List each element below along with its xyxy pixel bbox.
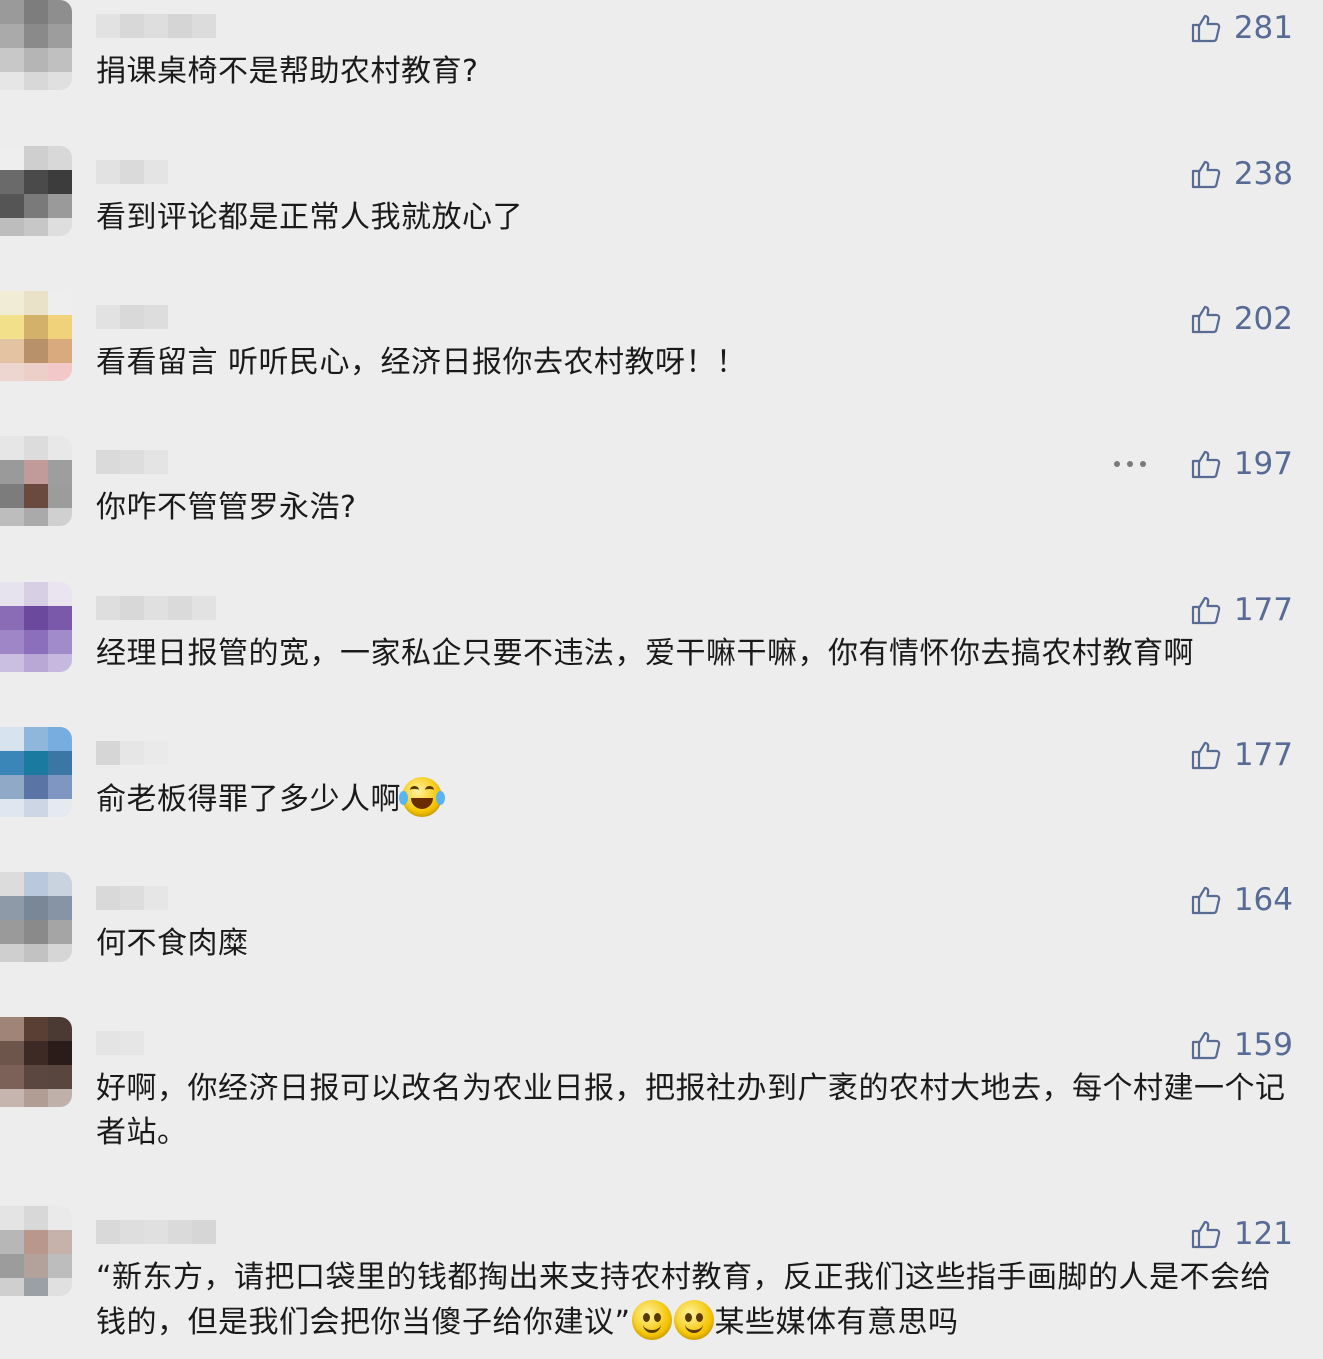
avatar[interactable] [0, 582, 72, 672]
username-blurred[interactable] [96, 160, 168, 184]
like-count: 164 [1233, 882, 1293, 918]
avatar[interactable] [0, 291, 72, 381]
like-count: 159 [1233, 1027, 1293, 1063]
avatar[interactable] [0, 872, 72, 962]
comment-text: 看看留言 听听民心，经济日报你去农村教呀！！ [96, 345, 747, 380]
avatar[interactable] [0, 0, 72, 90]
like-count: 177 [1233, 592, 1293, 628]
like-button[interactable]: 238 [1190, 154, 1293, 194]
username-blurred[interactable] [96, 14, 216, 38]
username-blurred[interactable] [96, 741, 168, 765]
like-button[interactable]: 159 [1190, 1025, 1293, 1065]
like-button[interactable]: 177 [1190, 590, 1293, 630]
like-button[interactable]: 281 [1190, 8, 1293, 48]
more-options-icon[interactable] [1114, 454, 1150, 474]
like-button[interactable]: 164 [1190, 880, 1293, 920]
comment-text: 你咋不管管罗永浩? [96, 490, 357, 525]
like-button[interactable]: 177 [1190, 735, 1293, 775]
username-blurred[interactable] [96, 1031, 144, 1055]
laughing-tears-emoji-icon [402, 777, 442, 817]
like-count: 121 [1233, 1216, 1293, 1252]
avatar[interactable] [0, 1017, 72, 1107]
username-blurred[interactable] [96, 450, 168, 474]
thumbs-up-icon [1190, 158, 1222, 190]
like-count: 177 [1233, 737, 1293, 773]
username-blurred[interactable] [96, 596, 216, 620]
like-count: 202 [1233, 301, 1293, 337]
avatar[interactable] [0, 436, 72, 526]
username-blurred[interactable] [96, 1220, 216, 1244]
thumbs-up-icon [1190, 303, 1222, 335]
thumbs-up-icon [1190, 739, 1222, 771]
comment-text: 俞老板得罪了多少人啊 [96, 777, 1296, 822]
username-blurred[interactable] [96, 886, 168, 910]
avatar[interactable] [0, 727, 72, 817]
comment-text: “新东方，请把口袋里的钱都掏出来支持农村教育，反正我们这些指手画脚的人是不会给钱… [96, 1260, 1272, 1340]
smile-emoji-icon [631, 1300, 672, 1340]
like-button[interactable]: 202 [1190, 299, 1293, 339]
avatar[interactable] [0, 1206, 72, 1296]
thumbs-up-icon [1190, 1029, 1222, 1061]
thumbs-up-icon [1190, 448, 1222, 480]
username-blurred[interactable] [96, 305, 168, 329]
thumbs-up-icon [1190, 884, 1222, 916]
like-count: 281 [1233, 10, 1293, 46]
thumbs-up-icon [1190, 12, 1222, 44]
comment-text: 看到评论都是正常人我就放心了 [96, 200, 523, 235]
thumbs-up-icon [1190, 1218, 1222, 1250]
like-count: 238 [1233, 156, 1293, 192]
comment-text: 好啊，你经济日报可以改名为农业日报，把报社办到广袤的农村大地去，每个村建一个记者… [96, 1071, 1286, 1150]
comment-text: 经理日报管的宽，一家私企只要不违法，爱干嘛干嘛，你有情怀你去搞农村教育啊 [96, 636, 1194, 671]
comment-text: 何不食肉糜 [96, 926, 249, 961]
like-count: 197 [1233, 446, 1293, 482]
avatar[interactable] [0, 146, 72, 236]
like-button[interactable]: 197 [1190, 444, 1293, 484]
like-button[interactable]: 121 [1190, 1214, 1293, 1254]
comment-text: 捐课桌椅不是帮助农村教育? [96, 54, 479, 89]
thumbs-up-icon [1190, 594, 1222, 626]
smile-emoji-icon [673, 1300, 714, 1340]
